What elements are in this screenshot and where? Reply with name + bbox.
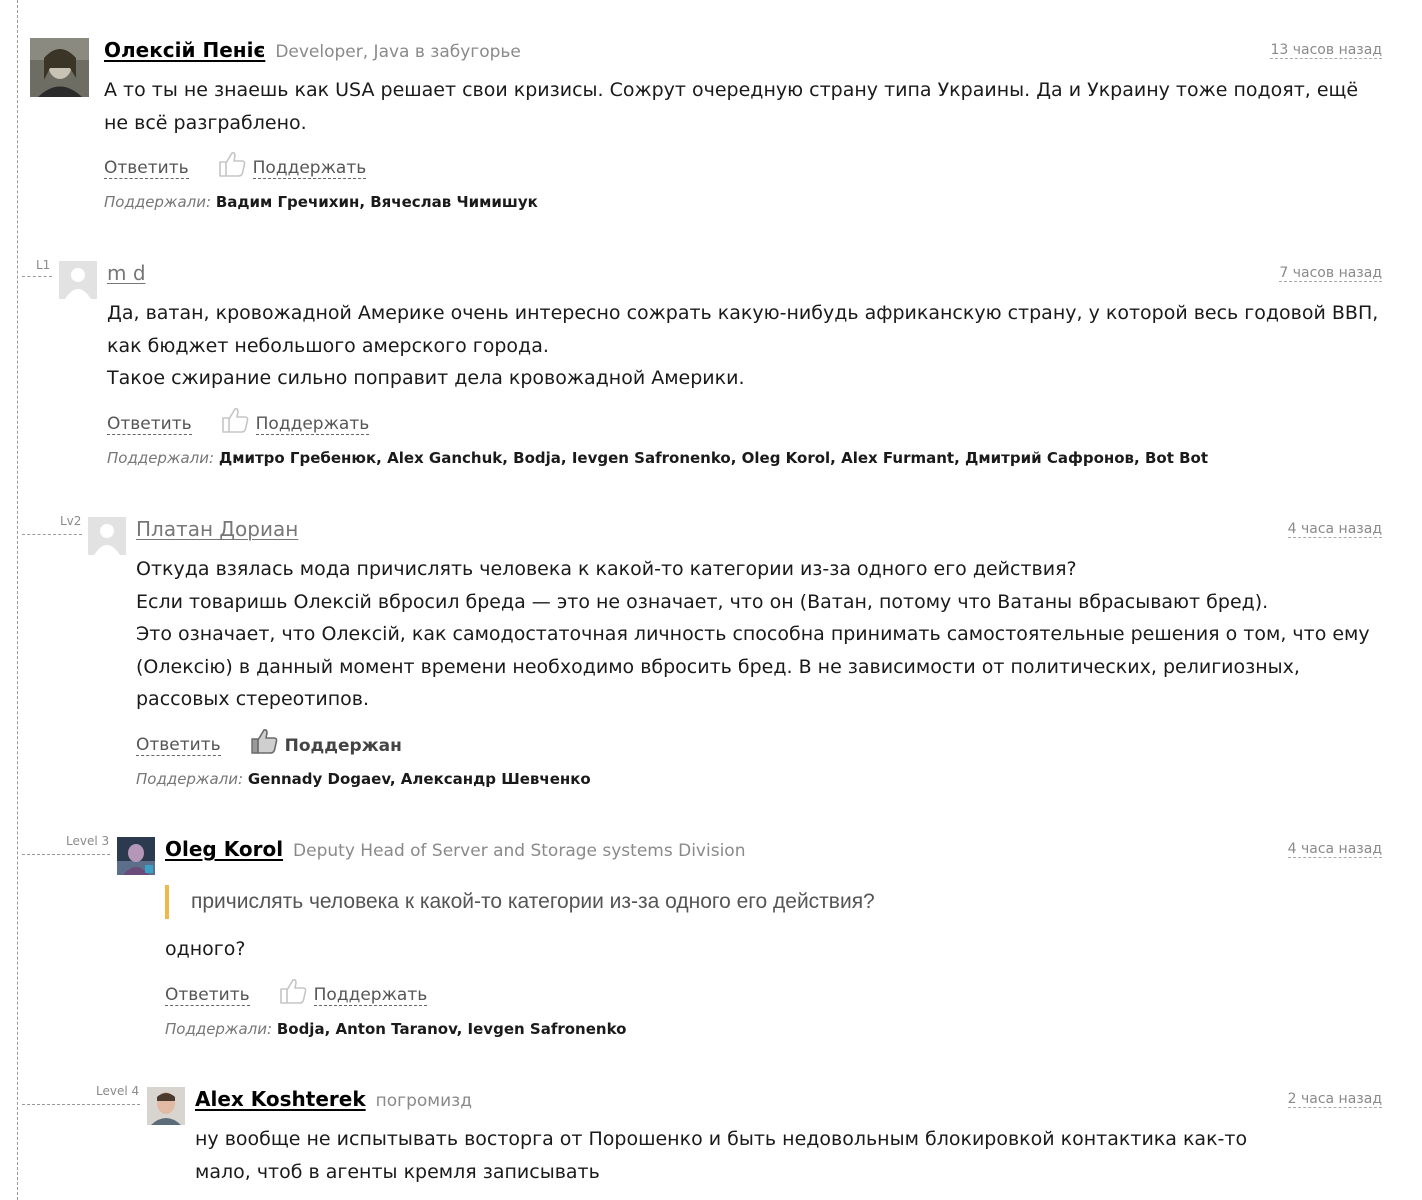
author-link[interactable]: Олексій Пеніє	[104, 38, 265, 62]
supporters-label: Поддержали:	[165, 1019, 273, 1038]
comment-paragraph: Если товаришь Олексій вбросил бреда — эт…	[136, 590, 1269, 613]
like-button[interactable]: Поддержать	[217, 149, 367, 179]
level-connector	[22, 1104, 140, 1105]
thumbs-up-icon	[221, 407, 249, 433]
avatar-placeholder[interactable]	[59, 261, 97, 299]
comment-paragraph: одного?	[165, 938, 246, 960]
quoted-text: причислять человека к какой-то категории…	[165, 885, 1382, 919]
comment-paragraph: Откуда взялась мода причислять человека …	[136, 558, 1077, 580]
comment-paragraph: Такое сжирание сильно поправит дела кров…	[107, 367, 745, 389]
supporters-names[interactable]: Вадим Гречихин, Вячеслав Чимишук	[216, 193, 538, 211]
thread-line	[17, 0, 18, 1200]
comment-timestamp[interactable]: 4 часа назад	[1287, 521, 1382, 538]
author-subtitle: Deputy Head of Server and Storage system…	[293, 841, 746, 861]
comment-reply-l1: m d 7 часов назад Да, ватан, кровожадной…	[59, 261, 1382, 467]
supporters-names[interactable]: Дмитро Гребенюк, Alex Ganchuk, Bodja, Ie…	[219, 449, 1208, 467]
level-label: Level 4	[96, 1084, 140, 1098]
level-label: Lv2	[60, 514, 82, 528]
comment-text: Да, ватан, кровожадной Америке очень инт…	[107, 297, 1382, 395]
comment-paragraph: Это означает, что Олексій, как самодоста…	[136, 623, 1370, 710]
supporters-names[interactable]: Gennady Dogaev, Александр Шевченко	[248, 770, 591, 788]
reply-button[interactable]: Ответить	[165, 985, 250, 1006]
comment-text: А то ты не знаешь как USA решает свои кр…	[104, 74, 1382, 139]
comment-timestamp[interactable]: 4 часа назад	[1287, 841, 1382, 858]
comment-root: Олексій Пеніє Developer, Java в забугорь…	[30, 38, 1382, 211]
thumbs-up-filled-icon	[250, 728, 278, 754]
comment-paragraph: А то ты не знаешь как USA решает свои кр…	[104, 79, 1359, 134]
comment-timestamp[interactable]: 7 часов назад	[1279, 265, 1382, 282]
like-button[interactable]: Поддержать	[278, 976, 428, 1006]
like-button[interactable]: Поддержать	[220, 405, 370, 435]
like-label[interactable]: Поддержать	[255, 414, 370, 435]
supporters-label: Поддержали:	[136, 769, 244, 788]
level-connector	[22, 276, 52, 277]
reply-button[interactable]: Ответить	[104, 158, 189, 179]
comment-paragraph: ну вообще не испытывать восторга от Поро…	[195, 1128, 1248, 1183]
comment-text: ну вообще не испытывать восторга от Поро…	[195, 1123, 1382, 1188]
comment-text: одного?	[165, 933, 1382, 966]
author-link[interactable]: m d	[107, 261, 146, 285]
thumbs-up-icon	[279, 978, 307, 1004]
comment-timestamp[interactable]: 13 часов назад	[1270, 42, 1382, 59]
reply-button[interactable]: Ответить	[136, 735, 221, 756]
supporters-line: Поддержали: Gennady Dogaev, Александр Ше…	[136, 770, 1382, 788]
avatar[interactable]	[147, 1087, 185, 1125]
supporters-label: Поддержали:	[107, 448, 215, 467]
level-connector	[22, 534, 82, 535]
thumbs-up-icon	[218, 152, 246, 177]
author-link[interactable]: Oleg Korol	[165, 837, 283, 861]
author-link[interactable]: Платан Дориан	[136, 517, 298, 541]
level-label: Level 3	[66, 834, 110, 848]
supporters-names[interactable]: Bodja, Anton Taranov, Ievgen Safronenko	[277, 1020, 627, 1038]
like-label[interactable]: Поддержать	[313, 985, 428, 1006]
comment-reply-l3: Oleg Korol Deputy Head of Server and Sto…	[117, 837, 1382, 1038]
author-link[interactable]: Alex Koshterek	[195, 1087, 366, 1111]
like-label[interactable]: Поддержан	[285, 736, 402, 756]
avatar[interactable]	[117, 837, 155, 875]
comment-paragraph: Да, ватан, кровожадной Америке очень инт…	[107, 302, 1379, 357]
level-label: L1	[36, 258, 51, 272]
level-connector	[22, 854, 110, 855]
avatar-placeholder[interactable]	[88, 517, 126, 555]
supporters-label: Поддержали:	[104, 193, 212, 211]
author-subtitle: погромизд	[375, 1091, 472, 1111]
comment-text: Откуда взялась мода причислять человека …	[136, 553, 1382, 716]
like-label[interactable]: Поддержать	[252, 158, 367, 179]
supporters-line: Поддержали: Вадим Гречихин, Вячеслав Чим…	[104, 193, 1382, 211]
author-subtitle: Developer, Java в забугорье	[275, 42, 521, 62]
supporters-line: Поддержали: Дмитро Гребенюк, Alex Ganchu…	[107, 449, 1382, 467]
comment-reply-l4: Alex Koshterek погромизд 2 часа назад ну…	[147, 1087, 1382, 1188]
supporters-line: Поддержали: Bodja, Anton Taranov, Ievgen…	[165, 1020, 1382, 1038]
comment-timestamp[interactable]: 2 часа назад	[1287, 1091, 1382, 1108]
avatar[interactable]	[30, 38, 89, 97]
comment-reply-l2: Платан Дориан 4 часа назад Откуда взялас…	[88, 517, 1382, 788]
reply-button[interactable]: Ответить	[107, 414, 192, 435]
like-button-active[interactable]: Поддержан	[249, 726, 402, 756]
